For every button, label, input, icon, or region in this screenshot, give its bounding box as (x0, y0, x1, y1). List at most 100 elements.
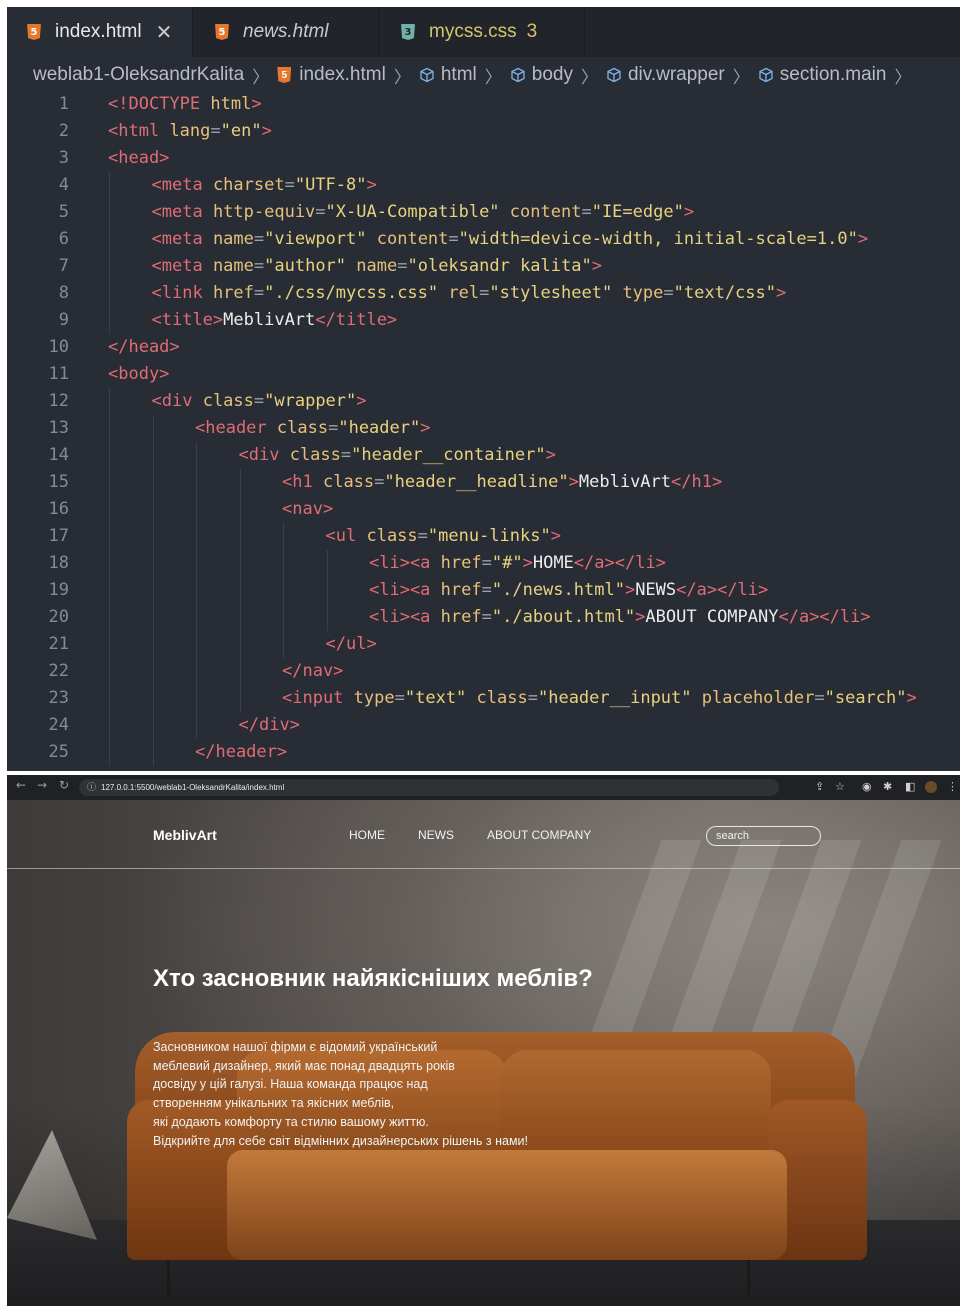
indent-guide (152, 577, 154, 604)
breadcrumb-item-html[interactable]: html (441, 64, 477, 86)
nav-link-news[interactable]: NEWS (418, 828, 454, 842)
code-line[interactable]: 3 <head> (7, 145, 960, 172)
code-token: href (440, 607, 482, 627)
code-token: > (251, 94, 262, 114)
line-number: 12 (48, 391, 69, 411)
chevron-right-icon: 〉 (732, 67, 750, 87)
code-token: <div (151, 391, 193, 411)
search-input[interactable] (706, 826, 821, 846)
sidebar-icon[interactable]: ◧ (905, 780, 915, 793)
code-line[interactable]: 8 <link href="./css/mycss.css" rel="style… (7, 280, 960, 307)
tab-news-html[interactable]: 5 news.html (193, 7, 379, 57)
share-icon[interactable]: ⇪ (815, 780, 824, 793)
breadcrumb-item-div-wrapper[interactable]: div.wrapper (628, 64, 725, 86)
indent-guide (152, 712, 154, 739)
reload-icon[interactable]: ↻ (59, 778, 69, 792)
more-menu-icon[interactable]: ⋮ (947, 780, 958, 793)
code-line[interactable]: 11 <body> (7, 361, 960, 388)
code-line[interactable]: 14 <div class="header__container"> (7, 442, 960, 469)
tab-mycss-css[interactable]: 3 mycss.css 3 (379, 7, 585, 57)
code-line[interactable]: 6 <meta name="viewport" content="width=de… (7, 226, 960, 253)
indent-guide (283, 604, 284, 631)
code-token: = (481, 580, 492, 600)
code-token: type (353, 688, 395, 708)
code-token: HOME (532, 553, 574, 573)
code-text: <meta http-equiv="X-UA-Compatible" conte… (152, 199, 695, 226)
code-line[interactable]: 17 <ul class="menu-links"> (7, 523, 960, 550)
close-icon[interactable]: ✕ (156, 20, 173, 45)
code-token: "header__headline" (384, 472, 569, 492)
code-line[interactable]: 4 <meta charset="UTF-8"> (7, 172, 960, 199)
code-token: "oleksandr kalita" (407, 256, 592, 276)
code-token: <header (195, 418, 267, 438)
code-line[interactable]: 22 </nav> (7, 658, 960, 685)
code-text: <nav> (282, 496, 333, 523)
sofa-leg (747, 1260, 750, 1296)
code-token: MeblivArt (578, 472, 672, 492)
indent-guide (239, 685, 241, 712)
code-token: <link (151, 283, 203, 303)
code-line[interactable]: 10 </head> (7, 334, 960, 361)
code-text: <link href="./css/mycss.css" rel="styles… (152, 280, 787, 307)
tab-index-html[interactable]: 5 index.html ✕ (7, 7, 193, 57)
code-line[interactable]: 19 <li><a href="./news.html">NEWS</a></li… (7, 577, 960, 604)
code-token: > (857, 229, 869, 249)
indent-guide (109, 577, 110, 604)
indent-guide (239, 658, 241, 685)
browser-window: ← → ↻ ⓘ 127.0.0.1:5500/weblab1-Oleksandr… (7, 775, 960, 1306)
code-line[interactable]: 2 <html lang="en"> (7, 118, 960, 145)
code-line[interactable]: 1 <!DOCTYPE html> (7, 91, 960, 118)
line-number: 13 (48, 418, 69, 438)
html5-file-icon: 5 (27, 24, 41, 40)
code-line[interactable]: 12 <div class="wrapper"> (7, 388, 960, 415)
indent-guide (109, 604, 110, 631)
indent-guide (109, 415, 110, 442)
address-bar-url: 127.0.0.1:5500/weblab1-OleksandrKalita/i… (101, 783, 285, 792)
site-logo[interactable]: MeblivArt (153, 827, 217, 843)
indent-guide (109, 442, 110, 469)
code-line[interactable]: 24 </div> (7, 712, 960, 739)
indent-guide (283, 577, 284, 604)
code-token: href (440, 553, 482, 573)
puzzle-icon[interactable]: ✱ (883, 780, 892, 793)
forward-arrow-icon[interactable]: → (37, 778, 47, 792)
code-token: "wrapper" (264, 391, 357, 411)
code-line[interactable]: 18 <li><a href="#">HOME</a></li> (7, 550, 960, 577)
code-token: > (635, 607, 646, 627)
code-line[interactable]: 5 <meta http-equiv="X-UA-Compatible" cont… (7, 199, 960, 226)
code-text: </nav> (282, 658, 343, 685)
star-icon[interactable]: ☆ (835, 780, 845, 793)
code-line[interactable]: 9 <title>MeblivArt</title> (7, 307, 960, 334)
code-token: "stylesheet" (489, 283, 613, 303)
code-line[interactable]: 23 <input type="text" class="header__inpu… (7, 685, 960, 712)
code-token: <body> (108, 364, 170, 384)
code-line[interactable]: 25 </header> (7, 739, 960, 766)
breadcrumb-item-body[interactable]: body (532, 64, 573, 86)
line-number: 5 (58, 202, 69, 222)
address-bar[interactable]: ⓘ 127.0.0.1:5500/weblab1-OleksandrKalita… (79, 779, 779, 796)
nav-link-home[interactable]: HOME (349, 828, 385, 842)
back-arrow-icon[interactable]: ← (16, 778, 26, 792)
code-line[interactable]: 7 <meta name="author" name="oleksandr kal… (7, 253, 960, 280)
code-line[interactable]: 20 <li><a href="./about.html">ABOUT COMPA… (7, 604, 960, 631)
code-line[interactable]: 21 </ul> (7, 631, 960, 658)
nav-link-about-company[interactable]: ABOUT COMPANY (487, 828, 591, 842)
breadcrumb-item-file[interactable]: index.html (299, 64, 386, 86)
code-text: <li><a href="./news.html">NEWS</a></li> (369, 577, 768, 604)
code-token: <li><a (369, 607, 431, 627)
code-line[interactable]: 13 <header class="header"> (7, 415, 960, 442)
avatar[interactable] (925, 781, 937, 793)
breadcrumb-item-folder[interactable]: weblab1-OleksandrKalita (33, 64, 244, 86)
extension-icon[interactable]: ◉ (862, 780, 872, 793)
indent-guide (109, 685, 110, 712)
code-token: = (448, 229, 459, 249)
code-text: <meta name="author" name="oleksandr kali… (152, 253, 602, 280)
code-line[interactable]: 16 <nav> (7, 496, 960, 523)
code-text: </div> (239, 712, 300, 739)
chevron-right-icon: 〉 (393, 67, 411, 87)
code-line[interactable]: 15 <h1 class="header__headline">MeblivArt… (7, 469, 960, 496)
breadcrumb-item-section-main[interactable]: section.main (780, 64, 887, 86)
